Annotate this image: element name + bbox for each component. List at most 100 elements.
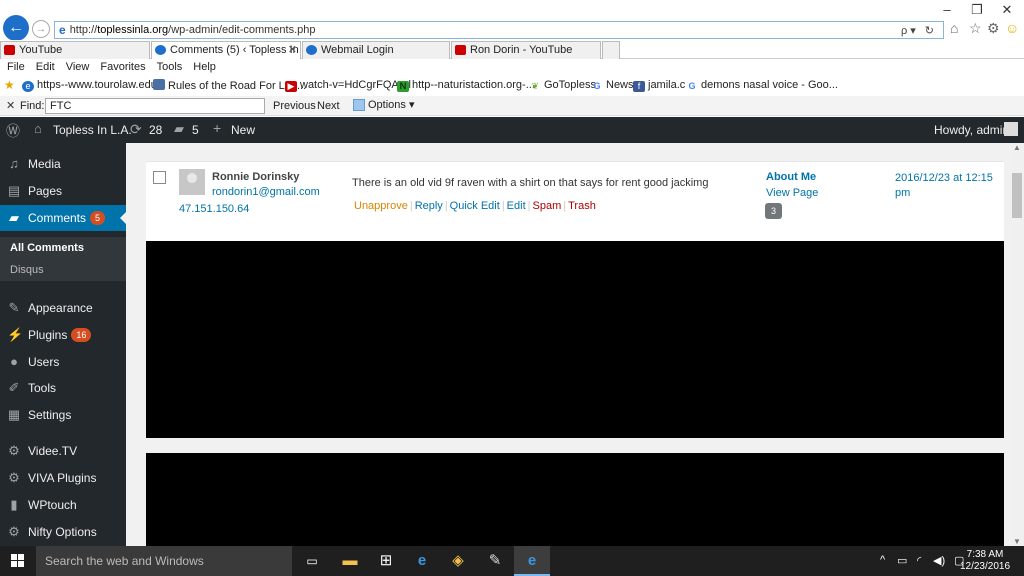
comment-date-link[interactable]: 2016/12/23 at 12:15 pm (895, 171, 995, 201)
submenu-disqus[interactable]: Disqus (0, 259, 126, 281)
avatar[interactable] (1004, 122, 1018, 136)
favorites-star-icon[interactable]: ☆ (969, 20, 982, 37)
menu-favorites[interactable]: Favorites (93, 59, 149, 73)
fav-naturistaction[interactable]: Nhttp--naturistaction.org-... (397, 79, 535, 92)
fav-rules-of-road[interactable]: Rules of the Road For Lan... (153, 79, 306, 92)
ie-icon: e (22, 81, 34, 92)
paint-icon[interactable]: ✎ (477, 546, 513, 576)
battery-icon[interactable]: ▭ (897, 554, 907, 567)
comments-bubble-icon[interactable]: ▰ (174, 121, 184, 137)
close-find-icon[interactable]: ✕ (6, 99, 15, 112)
sidebar-item-viva-plugins[interactable]: ⚙ VIVA Plugins (0, 465, 126, 491)
comment-checkbox[interactable] (153, 171, 166, 184)
address-bar[interactable]: e http://toplessinla.org/wp-admin/edit-c… (54, 21, 944, 39)
comment-author-email[interactable]: rondorin1@gmail.com (212, 186, 320, 198)
unapprove-link[interactable]: Unapprove (354, 200, 408, 212)
find-options-button[interactable]: Options ▾ (350, 97, 419, 114)
menu-bar: File Edit View Favorites Tools Help (0, 59, 1024, 76)
settings-gear-icon[interactable]: ⚙ (987, 20, 1000, 37)
updates-count[interactable]: 28 (149, 123, 162, 137)
wordpress-logo-icon[interactable]: Ⓦ (6, 121, 20, 141)
new-tab-button[interactable] (602, 41, 620, 59)
minimize-button[interactable]: – (932, 0, 962, 20)
close-window-button[interactable]: ✕ (992, 0, 1022, 20)
sidebar-item-settings[interactable]: ▦ Settings (0, 402, 126, 428)
fav-youtube-watch[interactable]: ▶ watch-v=HdCgrFQArql (285, 79, 411, 92)
reply-link[interactable]: Reply (415, 200, 443, 212)
wifi-icon[interactable]: ◜ (917, 554, 921, 567)
trash-link[interactable]: Trash (568, 200, 596, 212)
scroll-down-icon[interactable]: ▼ (1010, 537, 1024, 546)
forward-button[interactable]: → (32, 20, 50, 38)
fav-jamila[interactable]: f jamila.c (633, 79, 685, 92)
sidebar-item-appearance[interactable]: ✎ Appearance (0, 295, 126, 321)
sidebar-item-users[interactable]: ● Users (0, 349, 126, 375)
store-icon[interactable]: ⊞ (368, 546, 404, 576)
comments-count[interactable]: 5 (192, 123, 199, 137)
menu-edit[interactable]: Edit (29, 59, 59, 73)
start-button[interactable] (0, 546, 36, 576)
taskbar-clock[interactable]: 7:38 AM 12/23/2016 (958, 549, 1012, 573)
sidebar-item-pages[interactable]: ▤ Pages (0, 178, 126, 204)
youtube-icon (455, 45, 466, 55)
sidebar-item-plugins[interactable]: ⚡ Plugins 16 (0, 322, 126, 348)
sidebar-item-tools[interactable]: ✐ Tools (0, 375, 126, 401)
back-button[interactable]: ← (3, 15, 29, 41)
menu-help[interactable]: Help (186, 59, 220, 73)
updates-icon[interactable]: ⟳ (130, 121, 142, 138)
tab-comments[interactable]: Comments (5) ‹ Topless In L... ✕ (151, 41, 301, 59)
menu-tools[interactable]: Tools (150, 59, 187, 73)
quick-edit-link[interactable]: Quick Edit (450, 200, 500, 212)
tab-ron-dorin-youtube[interactable]: Ron Dorin - YouTube (451, 41, 601, 59)
sidebar-item-videe-tv[interactable]: ⚙ Videe.TV (0, 438, 126, 464)
phone-icon: ▮ (10, 497, 18, 512)
fav-gotopless[interactable]: ❦ GoTopless (529, 79, 596, 92)
restore-button[interactable]: ❐ (962, 0, 992, 20)
submenu-all-comments[interactable]: All Comments (0, 237, 126, 259)
edge-icon[interactable]: e (404, 546, 440, 576)
new-link[interactable]: New (231, 123, 255, 137)
sidebar-item-nifty-options[interactable]: ⚙ Nifty Options (0, 519, 126, 545)
in-response-to-link[interactable]: About Me (766, 171, 816, 183)
page-scrollbar[interactable]: ▲ ▼ (1010, 143, 1024, 546)
media-icon: ♫ (9, 156, 19, 171)
task-view-icon[interactable]: ▭ (294, 546, 330, 576)
address-controls[interactable]: ρ▾ ↻ (901, 24, 937, 37)
find-next-button[interactable]: Next (317, 100, 340, 112)
scroll-thumb[interactable] (1012, 173, 1022, 218)
fav-news[interactable]: G News (591, 79, 633, 92)
find-previous-button[interactable]: Previous (273, 100, 316, 112)
internet-explorer-icon[interactable]: e (514, 546, 550, 576)
app-icon[interactable]: ◈ (440, 546, 476, 576)
fav-tourolaw[interactable]: e https--www.tourolaw.edu... (22, 79, 166, 92)
tab-webmail[interactable]: Webmail Login (302, 41, 450, 59)
sidebar-item-comments[interactable]: ▰ Comments 5 (0, 205, 126, 231)
howdy-greeting[interactable]: Howdy, admin (934, 123, 1009, 137)
tab-youtube[interactable]: YouTube (0, 41, 150, 59)
site-name-link[interactable]: Topless In L.A. (53, 123, 132, 137)
favorites-add-icon[interactable]: ★ (4, 78, 15, 92)
sidebar-item-media[interactable]: ♫ Media (0, 151, 126, 177)
smiley-icon[interactable]: ☺ (1005, 20, 1019, 36)
comments-badge: 5 (90, 211, 106, 225)
taskbar-search-box[interactable]: Search the web and Windows (36, 546, 292, 576)
spam-link[interactable]: Spam (533, 200, 562, 212)
home-icon[interactable]: ⌂ (950, 20, 958, 36)
sidebar-item-wptouch[interactable]: ▮ WPtouch (0, 492, 126, 518)
redacted-block (146, 453, 1004, 546)
volume-icon[interactable]: ◀) (933, 554, 945, 567)
fav-demons-nasal-voice[interactable]: Gdemons nasal voice - Goo... (686, 79, 837, 92)
close-tab-icon[interactable]: ✕ (288, 42, 297, 58)
menu-file[interactable]: File (0, 59, 29, 73)
find-input[interactable]: FTC (45, 98, 265, 114)
view-page-link[interactable]: View Page (766, 187, 818, 199)
pages-icon: ▤ (7, 183, 21, 198)
plus-icon[interactable]: + (213, 120, 221, 136)
menu-view[interactable]: View (59, 59, 94, 73)
scroll-up-icon[interactable]: ▲ (1010, 143, 1024, 152)
post-comment-count-badge[interactable]: 3 (765, 203, 783, 219)
comment-author-ip[interactable]: 47.151.150.64 (179, 203, 249, 215)
tray-chevron-icon[interactable]: ^ (880, 554, 885, 566)
file-explorer-icon[interactable]: ▬ (332, 546, 368, 576)
edit-link[interactable]: Edit (507, 200, 526, 212)
